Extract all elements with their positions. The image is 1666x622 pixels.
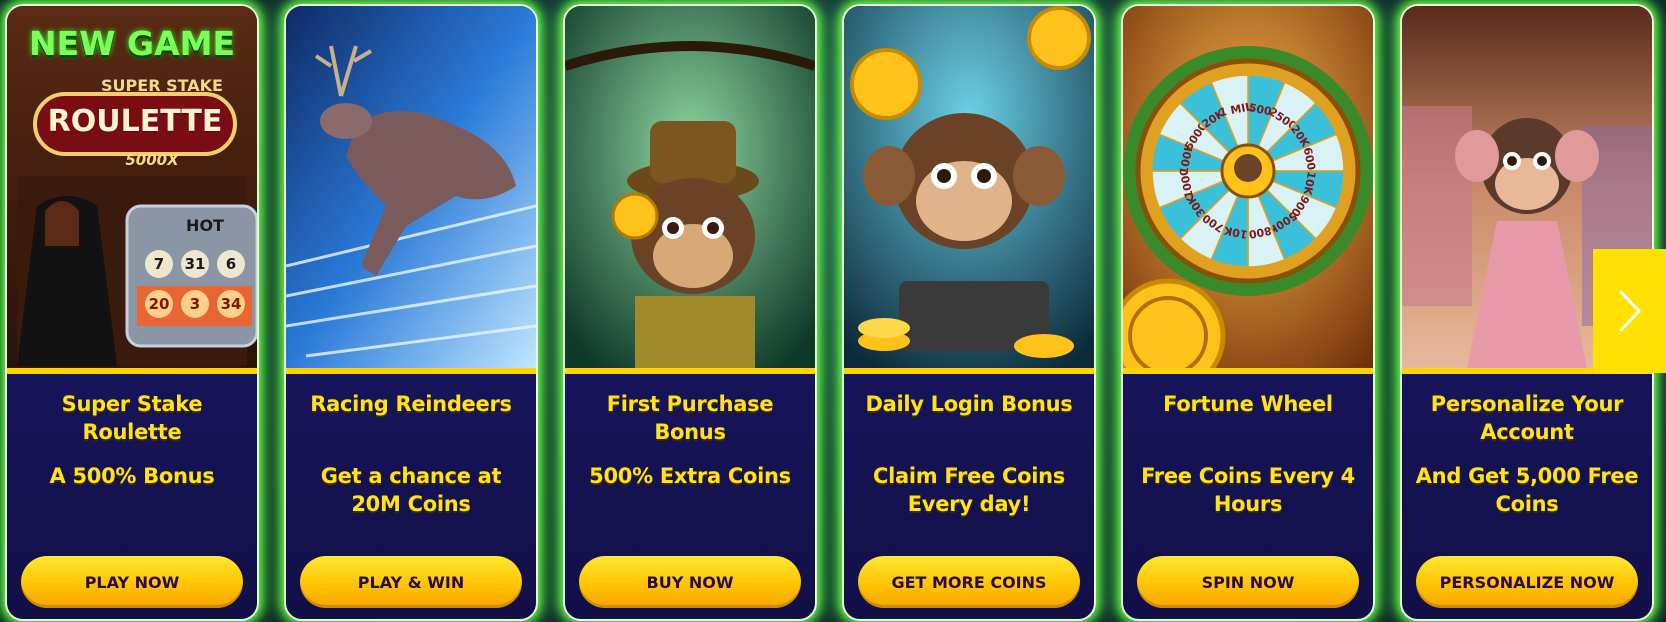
play-and-win-button[interactable]: PLAY & WIN (300, 556, 522, 608)
game-logo-super-stake: SUPER STAKE (101, 76, 223, 95)
personalize-now-button[interactable]: PERSONALIZE NOW (1416, 556, 1638, 608)
spin-now-button[interactable]: SPIN NOW (1137, 556, 1359, 608)
card-subtitle: Free Coins Every 4 Hours (1141, 464, 1355, 516)
promo-carousel: NEW GAME SUPER STAKE ROULETTE 5000X HOT … (0, 0, 1666, 622)
roulette-number: 6 (225, 255, 237, 273)
card-divider (1123, 368, 1373, 374)
hot-label: HOT (186, 216, 224, 235)
card-title: Daily Login Bonus (865, 392, 1073, 416)
card-title: Fortune Wheel (1163, 392, 1333, 416)
buy-now-button[interactable]: BUY NOW (579, 556, 801, 608)
game-logo-roulette: ROULETTE (47, 104, 223, 139)
promo-card-daily-login-bonus[interactable]: Daily Login Bonus Claim Free Coins Every… (842, 4, 1096, 621)
card-art-fortune-wheel: 500 2500 20K 600 10K 900 500K 800 10K 700 30K 1000 1… (1123, 6, 1373, 368)
play-now-button[interactable]: PLAY NOW (21, 556, 243, 608)
card-title: Racing Reindeers (310, 392, 512, 416)
card-subtitle: Claim Free Coins Every day! (872, 464, 1065, 516)
card-divider (844, 368, 1094, 374)
chevron-right-icon (1619, 290, 1640, 332)
promo-card-fortune-wheel[interactable]: 500 2500 20K 600 10K 900 500K 800 10K 700 30K 1000 1… (1121, 4, 1375, 621)
card-subtitle: And Get 5,000 Free Coins (1415, 464, 1639, 516)
card-title: Super Stake Roulette (61, 392, 203, 444)
card-subtitle: A 500% Bonus (49, 464, 215, 488)
promo-card-first-purchase-bonus[interactable]: First Purchase Bonus 500% Extra Coins BU… (563, 4, 817, 621)
roulette-number: 7 (153, 255, 165, 273)
card-art-monkey-hat (565, 6, 815, 368)
carousel-next-button[interactable] (1593, 249, 1666, 373)
new-game-badge: NEW GAME (28, 24, 236, 63)
roulette-number: 31 (184, 255, 206, 273)
promo-card-super-stake-roulette[interactable]: NEW GAME SUPER STAKE ROULETTE 5000X HOT … (5, 4, 259, 621)
card-divider (286, 368, 536, 374)
card-title: Personalize Your Account (1430, 392, 1624, 444)
card-divider (565, 368, 815, 374)
get-more-coins-button[interactable]: GET MORE COINS (858, 556, 1080, 608)
promo-card-racing-reindeers[interactable]: Racing Reindeers Get a chance at 20M Coi… (284, 4, 538, 621)
game-logo-multiplier: 5000X (125, 151, 179, 169)
roulette-number: 20 (148, 295, 170, 313)
card-subtitle: 500% Extra Coins (589, 464, 791, 488)
card-art-monkey-coins (844, 6, 1094, 368)
card-title: First Purchase Bonus (606, 392, 774, 444)
card-divider (7, 368, 257, 374)
card-art-reindeer (286, 6, 536, 368)
card-subtitle: Get a chance at 20M Coins (320, 464, 502, 516)
card-art-roulette: NEW GAME SUPER STAKE ROULETTE 5000X HOT … (7, 6, 257, 368)
roulette-number: 34 (220, 295, 242, 313)
roulette-number: 3 (189, 295, 201, 313)
